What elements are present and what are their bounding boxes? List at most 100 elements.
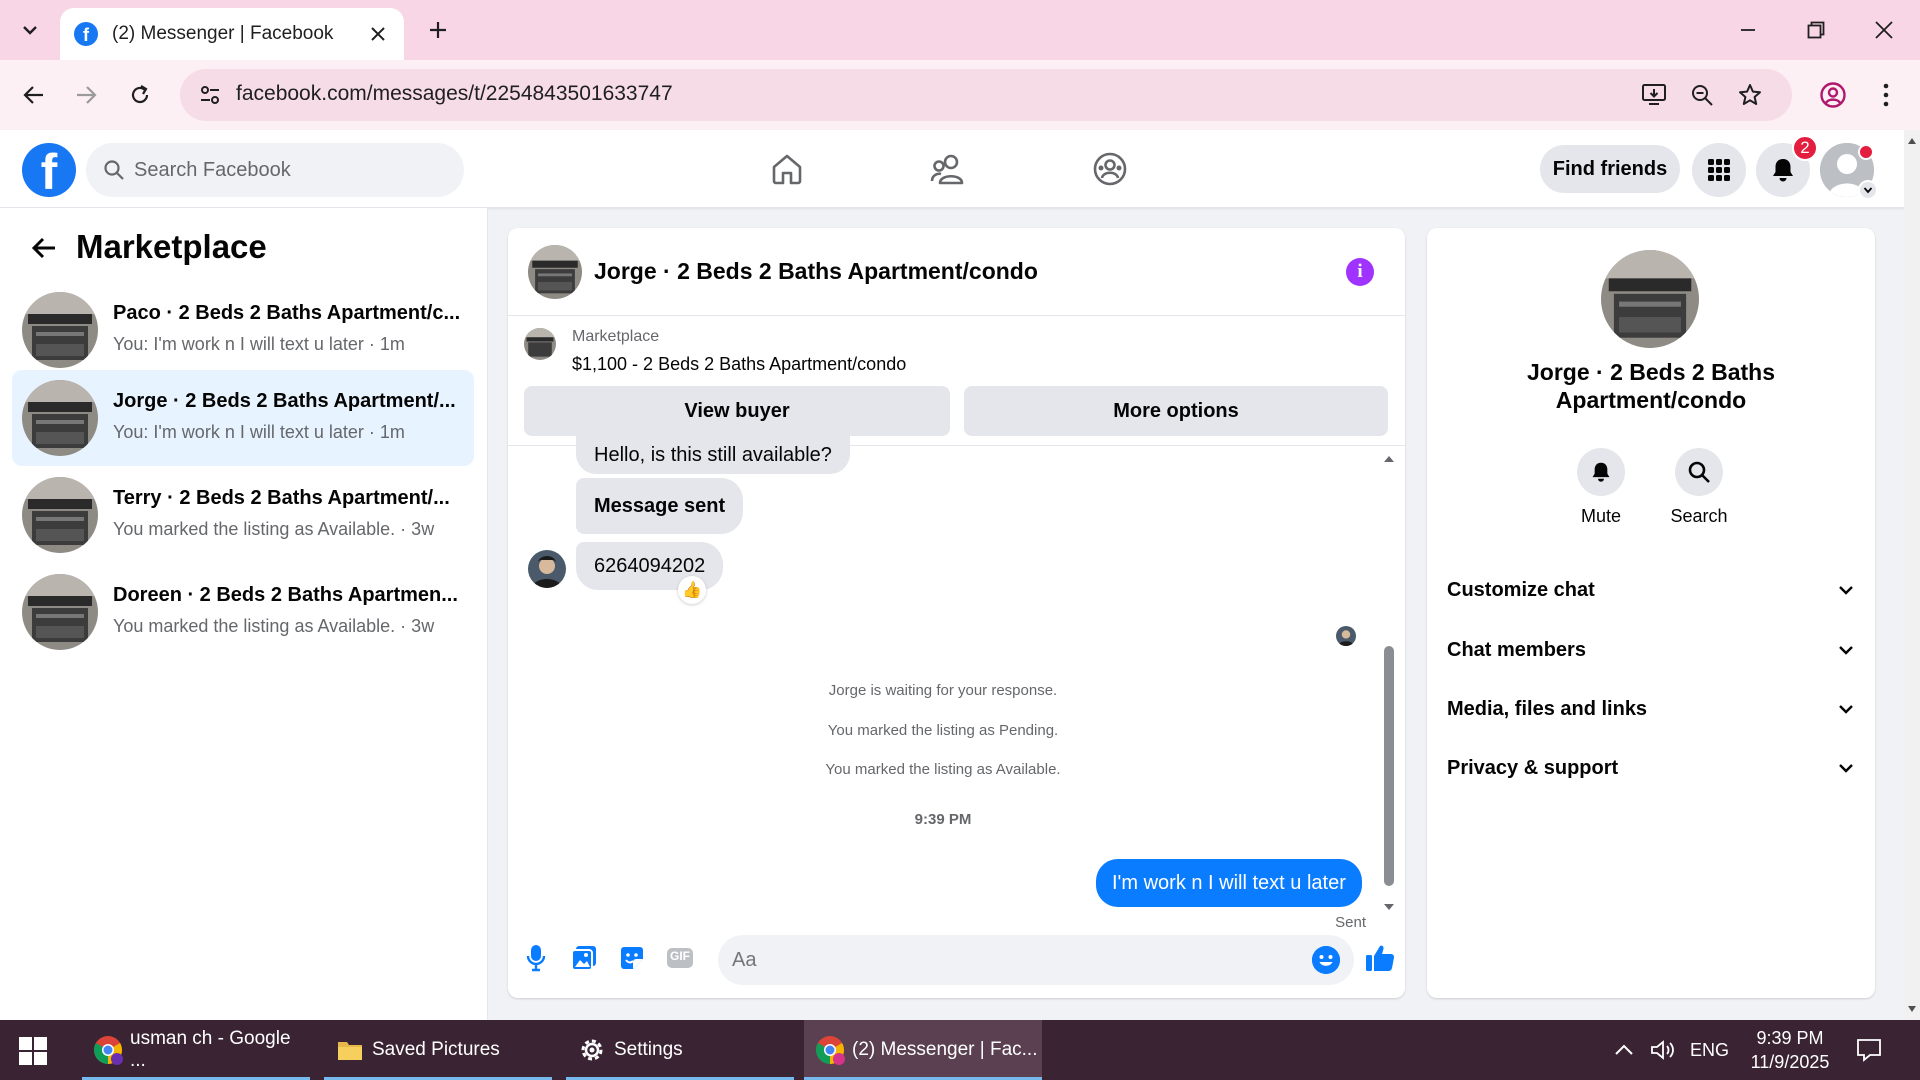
marketplace-title: Marketplace <box>76 228 267 265</box>
facebook-logo-icon[interactable]: f <box>22 143 76 197</box>
customize-chat-row[interactable]: Customize chat <box>1447 568 1855 612</box>
profile-icon[interactable] <box>1815 77 1851 113</box>
new-tab-icon[interactable] <box>420 12 456 48</box>
account-alert-dot <box>1858 144 1874 160</box>
seen-avatar <box>1336 626 1356 646</box>
message-input-wrapper[interactable] <box>718 935 1354 985</box>
info-conversation-name: Jorge · 2 Beds 2 Baths Apartment/condo <box>1527 359 1775 413</box>
section-label: Privacy & support <box>1447 756 1619 779</box>
volume-icon[interactable] <box>1650 1020 1676 1080</box>
listing-small-thumbnail <box>524 328 556 360</box>
forward-icon[interactable] <box>66 75 106 115</box>
message-bubble-outgoing[interactable]: I'm work n I will text u later <box>1096 859 1362 907</box>
find-friends-button[interactable]: Find friends <box>1540 145 1680 193</box>
friends-icon[interactable] <box>920 144 976 194</box>
taskbar-settings[interactable]: Settings <box>566 1020 794 1080</box>
site-info-icon[interactable] <box>196 81 224 109</box>
chat-listing-avatar[interactable] <box>528 245 582 299</box>
message-input[interactable] <box>732 935 1292 985</box>
chat-members-row[interactable]: Chat members <box>1447 628 1855 672</box>
address-bar[interactable]: facebook.com/messages/t/2254843501633747 <box>180 69 1792 121</box>
search-icon <box>104 160 124 180</box>
message-bubble-incoming[interactable]: Message sent <box>576 478 744 534</box>
marketplace-conversation-list: Marketplace Paco · 2 Beds 2 Baths Apartm… <box>0 208 488 1020</box>
message-bubble-incoming[interactable]: Hello, is this still available? <box>576 436 850 474</box>
conversation-item[interactable]: Terry · 2 Beds 2 Baths Apartment/... You… <box>12 467 474 563</box>
tab-search-icon[interactable] <box>12 12 48 48</box>
reaction-thumbs-up[interactable]: 👍 <box>678 576 706 604</box>
system-message: You marked the listing as Available. <box>825 761 1061 778</box>
chevron-down-icon <box>1839 646 1853 655</box>
more-options-button[interactable]: More options <box>964 386 1388 436</box>
browser-tab-strip: f (2) Messenger | Facebook <box>0 0 1920 60</box>
listing-thumbnail <box>22 477 98 553</box>
search-action[interactable]: Search <box>1659 448 1739 527</box>
clock-date: 11/9/2025 <box>1750 1052 1830 1072</box>
bookmark-star-icon[interactable] <box>1736 81 1764 109</box>
windows-start-icon[interactable] <box>18 1036 48 1066</box>
install-app-icon[interactable] <box>1640 81 1668 109</box>
url-text: facebook.com/messages/t/2254843501633747 <box>236 82 673 105</box>
menu-grid-icon[interactable] <box>1692 143 1746 197</box>
groups-icon[interactable] <box>1082 144 1138 194</box>
minimize-icon[interactable] <box>1714 0 1782 60</box>
browser-tab-active[interactable]: f (2) Messenger | Facebook <box>60 8 404 60</box>
thumbs-up-icon[interactable] <box>1364 942 1396 974</box>
thread-scroll-thumb[interactable] <box>1384 646 1394 886</box>
media-files-links-row[interactable]: Media, files and links <box>1447 687 1855 731</box>
taskbar-messenger-active[interactable]: (2) Messenger | Fac... <box>804 1020 1042 1080</box>
mute-action[interactable]: Mute <box>1561 448 1641 527</box>
chat-panel: Jorge · 2 Beds 2 Baths Apartment/condo i… <box>508 228 1405 998</box>
sender-avatar[interactable] <box>528 550 566 588</box>
home-icon[interactable] <box>759 144 815 194</box>
chat-title[interactable]: Jorge · 2 Beds 2 Baths Apartment/condo <box>594 258 1038 285</box>
taskbar-saved-pictures[interactable]: Saved Pictures <box>324 1020 552 1080</box>
gif-label: GIF <box>670 949 690 963</box>
search-label: Search <box>1670 506 1728 526</box>
conversation-item[interactable]: Doreen · 2 Beds 2 Baths Apartmen... You … <box>12 564 474 660</box>
tray-overflow-icon[interactable] <box>1614 1020 1634 1080</box>
listing-source-label: Marketplace <box>572 328 660 345</box>
conversation-item-active[interactable]: Jorge · 2 Beds 2 Baths Apartment/... You… <box>12 370 474 466</box>
account-chevron-down-icon[interactable] <box>1858 180 1878 200</box>
system-clock[interactable]: 9:39 PM 11/9/2025 <box>1742 1026 1838 1074</box>
taskbar-item-label: Saved Pictures <box>372 1039 500 1060</box>
sticker-icon[interactable] <box>616 942 648 974</box>
taskbar-item-label: usman ch - Google ... <box>130 1028 291 1071</box>
tab-title: (2) Messenger | Facebook <box>112 23 334 44</box>
microphone-icon[interactable] <box>520 942 552 974</box>
facebook-search[interactable] <box>86 143 464 197</box>
search-icon[interactable] <box>1675 448 1723 496</box>
photo-icon[interactable] <box>568 942 600 974</box>
listing-thumbnail <box>22 292 98 368</box>
taskbar-chrome-usman[interactable]: usman ch - Google ... <box>82 1020 310 1080</box>
privacy-support-row[interactable]: Privacy & support <box>1447 746 1855 790</box>
zoom-icon[interactable] <box>1688 81 1716 109</box>
message-timestamp: 9:39 PM <box>914 811 972 828</box>
conversation-snippet: You: I'm work n I will text u later · 1m <box>113 334 405 354</box>
section-label: Chat members <box>1447 638 1586 661</box>
restore-icon[interactable] <box>1782 0 1850 60</box>
notification-center-icon[interactable] <box>1856 1020 1882 1080</box>
info-listing-avatar[interactable] <box>1601 250 1699 348</box>
conversation-info-icon[interactable]: i <box>1346 258 1374 286</box>
conversation-info-panel: Jorge · 2 Beds 2 Baths Apartment/condo M… <box>1427 228 1875 998</box>
listing-price[interactable]: $1,100 - 2 Beds 2 Baths Apartment/condo <box>572 354 906 375</box>
reload-icon[interactable] <box>120 75 160 115</box>
window-close-icon[interactable] <box>1850 0 1918 60</box>
language-indicator[interactable]: ENG <box>1690 1020 1729 1080</box>
browser-menu-icon[interactable] <box>1868 77 1904 113</box>
emoji-icon[interactable] <box>1312 946 1340 974</box>
conversation-item[interactable]: Paco · 2 Beds 2 Baths Apartment/c... You… <box>12 282 474 378</box>
listing-thumbnail <box>22 574 98 650</box>
conversation-snippet: You marked the listing as Available. · 3… <box>113 519 435 539</box>
view-buyer-button[interactable]: View buyer <box>524 386 950 436</box>
tab-close-icon[interactable] <box>366 22 390 46</box>
bell-icon[interactable] <box>1577 448 1625 496</box>
back-icon[interactable] <box>14 75 54 115</box>
page-scrollbar[interactable] <box>1904 130 1920 1020</box>
gif-icon[interactable]: GIF <box>664 942 696 974</box>
chevron-down-icon <box>1839 764 1853 773</box>
facebook-search-input[interactable] <box>134 143 454 197</box>
back-arrow-icon[interactable] <box>26 230 62 266</box>
